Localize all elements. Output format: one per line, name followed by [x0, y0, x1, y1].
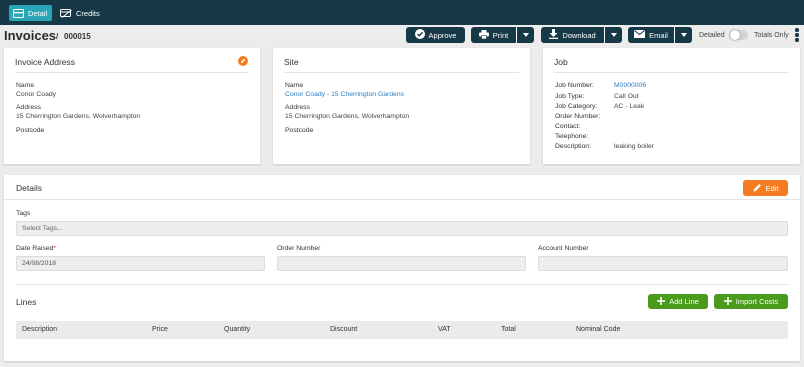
telephone-label: Telephone: [555, 133, 589, 140]
lines-table-header: Description Price Quantity Discount VAT … [16, 321, 788, 339]
site-address-label: Address [285, 104, 310, 111]
check-circle-icon [414, 29, 425, 41]
column-header-nominal-code[interactable]: Nominal Code [576, 326, 620, 333]
name-label: Name [16, 82, 35, 89]
column-header-total[interactable]: Total [501, 326, 516, 333]
divider [554, 72, 789, 73]
toggle-knob [730, 30, 740, 40]
page-title: Invoices [4, 28, 57, 43]
description-value: leaking boiler [614, 143, 655, 150]
toggle-label-totals-only: Totals Only [754, 32, 789, 39]
pencil-icon[interactable] [238, 56, 248, 66]
tab-detail-label: Detail [28, 8, 48, 18]
print-options-button[interactable] [516, 27, 534, 43]
tags-label: Tags [16, 210, 31, 217]
approve-label: Approve [428, 30, 457, 40]
column-header-price[interactable]: Price [152, 326, 168, 333]
chevron-down-icon [680, 33, 687, 37]
printer-icon [478, 29, 489, 41]
required-marker: * [53, 245, 57, 252]
tags-input[interactable]: Select Tags... [16, 221, 788, 236]
address-value: 15 Cherrington Gardens, Wolverhampton [16, 113, 141, 120]
print-button[interactable]: Print [471, 27, 516, 43]
address-label: Address [16, 104, 41, 111]
postcode-label: Postcode [16, 127, 45, 134]
site-name-link[interactable]: Conor Coady - 15 Cherrington Gardens [285, 91, 404, 98]
account-number-label: Account Number [538, 245, 589, 252]
print-label: Print [492, 30, 509, 40]
date-raised-label: Date Raised* [16, 245, 56, 252]
lines-title: Lines [16, 297, 37, 307]
job-type-value: Call Out [614, 93, 639, 100]
download-button[interactable]: Download [541, 27, 604, 43]
job-type-label: Job Type: [555, 93, 585, 100]
site-name-label: Name [285, 82, 304, 89]
column-header-discount[interactable]: Discount [330, 326, 357, 333]
site-title: Site [284, 57, 299, 67]
order-number-label: Order Number: [555, 113, 601, 120]
name-value: Conor Coady [16, 91, 57, 98]
credit-card-icon [60, 8, 72, 18]
top-navbar: Detail Credits [0, 0, 804, 25]
description-label: Description: [555, 143, 591, 150]
import-costs-button[interactable]: Import Costs [714, 294, 788, 309]
divider [15, 72, 249, 73]
more-options-icon[interactable] [795, 28, 799, 44]
edit-label: Edit [765, 183, 779, 193]
invoice-address-card: Invoice Address Name Conor Coady Address… [4, 48, 260, 164]
divider [4, 199, 800, 200]
chevron-down-icon [610, 33, 617, 37]
page-header: Invoices / 000015 Approve Print Download… [0, 25, 804, 46]
edit-details-button[interactable]: Edit [743, 180, 788, 196]
job-number-link[interactable]: M0000006 [614, 82, 646, 89]
download-label: Download [562, 30, 596, 40]
approve-button[interactable]: Approve [406, 27, 465, 43]
download-icon [549, 29, 559, 41]
job-number-label: Job Number: [555, 82, 594, 89]
breadcrumb-separator: / [56, 32, 59, 41]
column-header-vat[interactable]: VAT [438, 326, 451, 333]
email-options-button[interactable] [674, 27, 692, 43]
tab-detail[interactable]: Detail [9, 5, 53, 21]
toggle-label-detailed: Detailed [699, 32, 725, 39]
invoice-address-title: Invoice Address [15, 57, 76, 67]
job-category-value: AC - Leak [614, 103, 645, 110]
chevron-down-icon [522, 33, 529, 37]
site-postcode-label: Postcode [285, 127, 314, 134]
divider [16, 284, 788, 285]
plus-icon [723, 296, 732, 307]
divider [284, 72, 519, 73]
plus-icon [657, 296, 666, 307]
date-raised-label-text: Date Raised [16, 245, 54, 252]
details-title: Details [16, 183, 42, 193]
tab-credits-label: Credits [76, 8, 100, 18]
add-line-button[interactable]: Add Line [648, 294, 708, 309]
job-card: Job Job Number: M0000006 Job Type: Call … [543, 48, 800, 164]
pencil-icon [753, 183, 762, 194]
job-category-label: Job Category: [555, 103, 598, 110]
envelope-icon [634, 30, 646, 40]
add-line-label: Add Line [669, 297, 699, 306]
job-title: Job [554, 57, 568, 67]
account-number-field[interactable] [538, 256, 788, 271]
import-costs-label: Import Costs [735, 297, 779, 306]
column-header-quantity[interactable]: Quantity [224, 326, 250, 333]
download-options-button[interactable] [604, 27, 622, 43]
email-button[interactable]: Email [628, 27, 674, 43]
site-address-value: 15 Cherrington Gardens, Wolverhampton [285, 113, 410, 120]
email-label: Email [649, 30, 668, 40]
tab-credits[interactable]: Credits [56, 5, 105, 21]
contact-label: Contact: [555, 123, 581, 130]
totals-only-toggle[interactable] [729, 30, 748, 40]
order-number-field-label: Order Number [277, 245, 321, 252]
card-icon [13, 8, 24, 18]
column-header-description[interactable]: Description [22, 326, 57, 333]
invoice-number: 000015 [64, 32, 91, 41]
order-number-field[interactable] [277, 256, 526, 271]
date-raised-field[interactable]: 24/08/2018 [16, 256, 265, 271]
site-card: Site Name Conor Coady - 15 Cherrington G… [273, 48, 530, 164]
